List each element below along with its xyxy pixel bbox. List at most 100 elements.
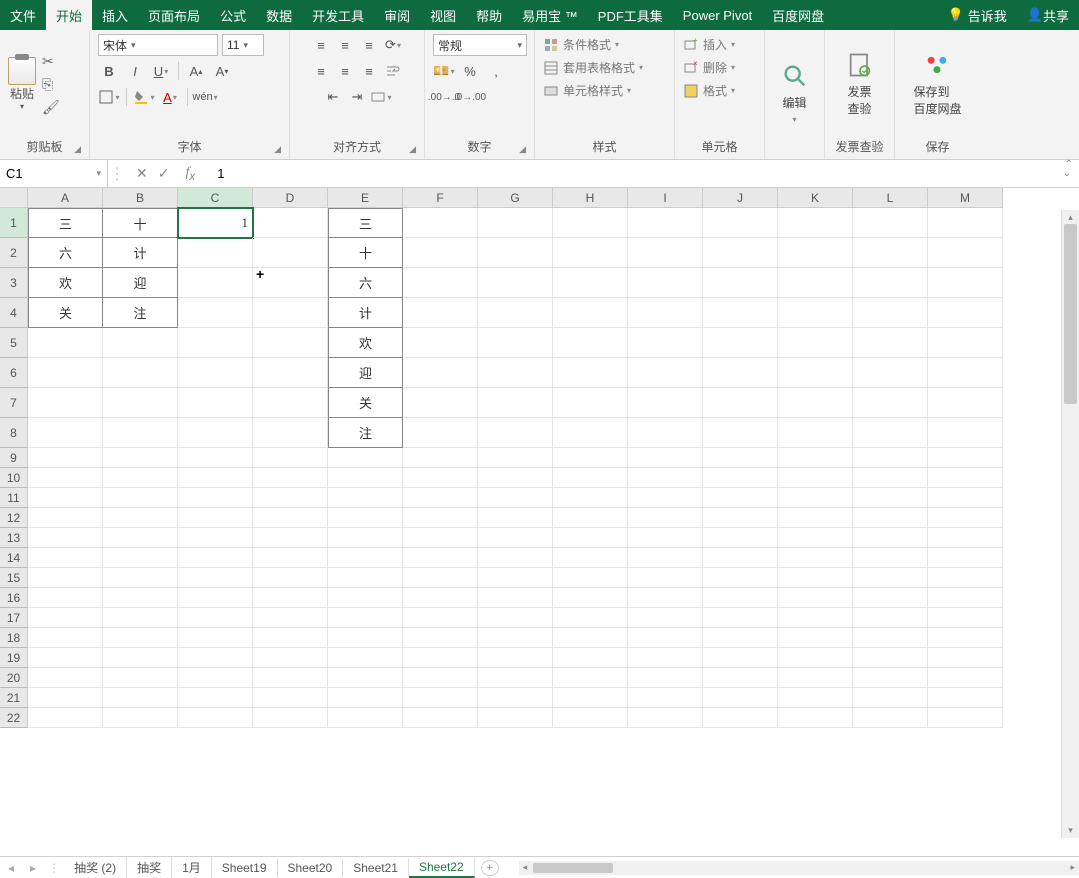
align-launcher-icon[interactable]: ◢ (409, 144, 416, 155)
cell[interactable] (178, 488, 253, 508)
cell[interactable] (853, 268, 928, 298)
cell[interactable] (628, 528, 703, 548)
cell[interactable] (703, 268, 778, 298)
share-button[interactable]: 👤 共享 (1017, 0, 1079, 30)
cell[interactable] (403, 508, 478, 528)
sheet-tab[interactable]: Sheet21 (343, 859, 409, 877)
cell[interactable] (853, 418, 928, 448)
vertical-scrollbar[interactable]: ▴ ▾ (1061, 210, 1079, 838)
cell[interactable]: 1 (178, 208, 253, 238)
cell[interactable] (28, 708, 103, 728)
cell[interactable] (28, 668, 103, 688)
cell[interactable] (253, 628, 328, 648)
cell[interactable] (628, 418, 703, 448)
cell[interactable] (403, 208, 478, 238)
cell[interactable] (28, 588, 103, 608)
percent-button[interactable]: % (459, 60, 481, 82)
cell[interactable] (628, 688, 703, 708)
menu-dev[interactable]: 开发工具 (302, 0, 374, 30)
menu-file[interactable]: 文件 (0, 0, 46, 30)
cell[interactable] (403, 488, 478, 508)
menu-powerpivot[interactable]: Power Pivot (673, 0, 762, 30)
cell[interactable] (928, 548, 1003, 568)
cell[interactable] (853, 708, 928, 728)
cell[interactable] (28, 448, 103, 468)
cell[interactable] (103, 528, 178, 548)
cell[interactable] (103, 388, 178, 418)
row-header[interactable]: 17 (0, 608, 28, 628)
cell[interactable] (403, 548, 478, 568)
menu-baidu[interactable]: 百度网盘 (762, 0, 834, 30)
cell[interactable] (403, 448, 478, 468)
row-header[interactable]: 13 (0, 528, 28, 548)
cell[interactable] (178, 448, 253, 468)
cell[interactable] (853, 238, 928, 268)
cell[interactable] (703, 328, 778, 358)
cell[interactable] (253, 238, 328, 268)
cell[interactable] (703, 468, 778, 488)
cell[interactable] (253, 328, 328, 358)
cell[interactable] (178, 648, 253, 668)
scroll-up-icon[interactable]: ▴ (1062, 212, 1079, 223)
cell[interactable]: 欢 (328, 328, 403, 358)
cell[interactable] (928, 588, 1003, 608)
cell[interactable] (478, 358, 553, 388)
row-header[interactable]: 2 (0, 238, 28, 268)
cell[interactable] (253, 298, 328, 328)
cell[interactable] (253, 648, 328, 668)
cell[interactable] (778, 608, 853, 628)
cell[interactable] (853, 568, 928, 588)
cell[interactable] (103, 508, 178, 528)
cell[interactable] (253, 418, 328, 448)
comma-button[interactable]: , (485, 60, 507, 82)
cell[interactable] (178, 688, 253, 708)
cell[interactable] (478, 528, 553, 548)
formula-input[interactable] (211, 166, 1054, 181)
row-header[interactable]: 12 (0, 508, 28, 528)
cell[interactable] (553, 628, 628, 648)
cell[interactable] (928, 208, 1003, 238)
cell[interactable] (478, 668, 553, 688)
cell[interactable] (778, 628, 853, 648)
cell[interactable] (703, 528, 778, 548)
cell[interactable] (778, 388, 853, 418)
cell[interactable] (253, 358, 328, 388)
cell[interactable] (928, 418, 1003, 448)
cell-style-button[interactable]: 单元格样式 ▾ (543, 80, 631, 101)
cell[interactable] (628, 508, 703, 528)
cell[interactable] (703, 588, 778, 608)
cell[interactable] (628, 388, 703, 418)
cell[interactable] (28, 528, 103, 548)
cell[interactable] (928, 688, 1003, 708)
sheet-nav-prev-icon[interactable]: ◂ (0, 861, 22, 875)
cell[interactable] (478, 208, 553, 238)
cell[interactable] (328, 508, 403, 528)
cell[interactable] (853, 388, 928, 418)
add-sheet-button[interactable]: + (481, 860, 499, 876)
align-center-button[interactable]: ≡ (334, 60, 356, 82)
cell[interactable] (628, 328, 703, 358)
cell[interactable] (103, 548, 178, 568)
cell[interactable] (553, 418, 628, 448)
cell[interactable] (628, 568, 703, 588)
cell[interactable] (778, 668, 853, 688)
cell[interactable] (778, 298, 853, 328)
sheet-tab[interactable]: 抽奖 (127, 857, 172, 878)
cell[interactable] (403, 358, 478, 388)
cell[interactable] (778, 708, 853, 728)
bold-button[interactable]: B (98, 60, 120, 82)
increase-decimal-button[interactable]: .00→.0 (433, 86, 455, 108)
cell[interactable] (253, 668, 328, 688)
cell[interactable] (703, 508, 778, 528)
cell[interactable]: 迎 (328, 358, 403, 388)
cell[interactable] (553, 708, 628, 728)
col-header[interactable]: H (553, 188, 628, 208)
currency-button[interactable]: 💴▾ (433, 60, 455, 82)
cell[interactable] (103, 608, 178, 628)
cell[interactable] (28, 548, 103, 568)
grow-font-button[interactable]: A▴ (185, 60, 207, 82)
fx-icon[interactable]: fx (185, 165, 195, 183)
cell[interactable]: 十 (328, 238, 403, 268)
cell[interactable] (328, 648, 403, 668)
cell[interactable] (478, 268, 553, 298)
